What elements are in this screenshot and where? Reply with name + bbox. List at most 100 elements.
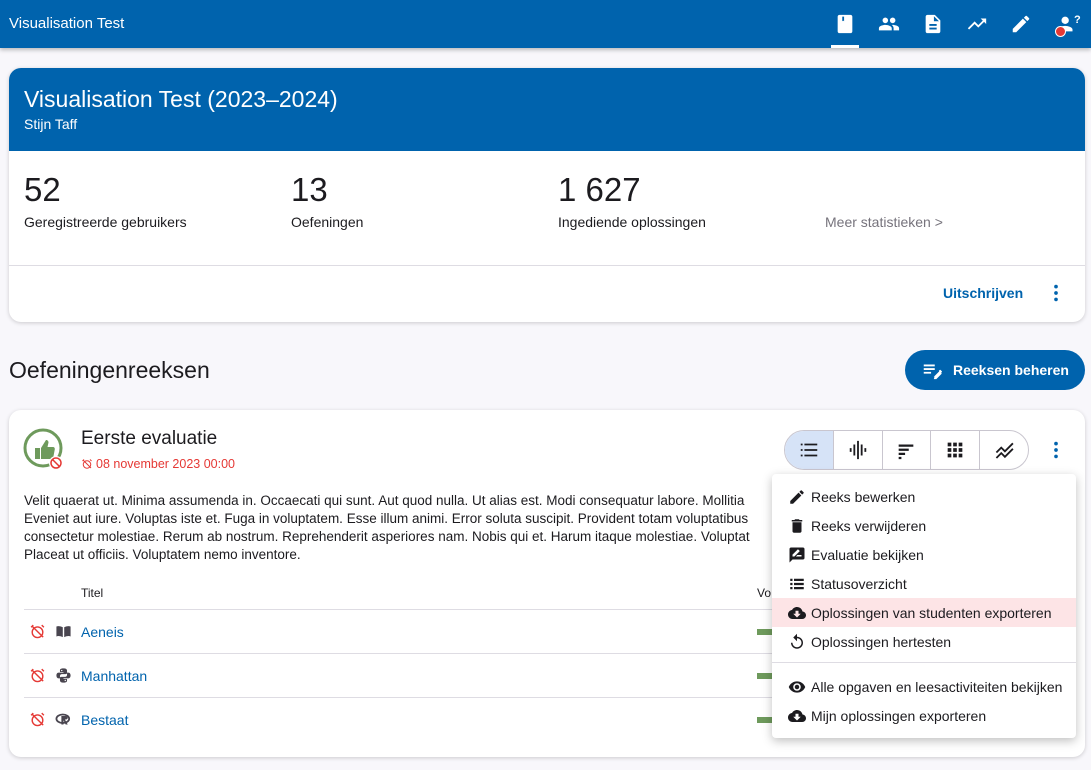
list-icon [800,443,818,457]
menu-item-label: Alle opgaven en leesactiviteiten bekijke… [811,678,1063,695]
unsubscribe-button[interactable]: Uitschrijven [943,285,1023,301]
manage-series-label: Reeksen beheren [953,362,1069,378]
grid-icon [947,442,963,458]
divider [9,265,1085,266]
more-vert-icon [1054,441,1058,459]
alarm-off-icon [30,712,45,727]
view-list-toggle[interactable] [785,431,834,469]
menu-item-export-student-solutions[interactable]: Oplossingen van studenten exporteren [772,598,1076,627]
alarm-off-icon [30,624,45,639]
evaluation-thumbs-up-icon [23,428,63,470]
view-toggle-group [784,430,1029,470]
menu-item-label: Evaluatie bekijken [811,546,924,563]
section-title: Oefeningenreeksen [9,357,210,383]
menu-item-label: Oplossingen van studenten exporteren [811,604,1052,621]
cloud-download-icon [788,709,806,722]
view-timeseries-toggle[interactable] [980,431,1028,469]
table-header-progress: Vo [757,586,772,600]
table-header-title: Titel [81,586,104,600]
nav-user-button[interactable]: ? [1043,0,1091,48]
app-title[interactable]: Visualisation Test [9,15,124,32]
menu-item-label: Reeks verwijderen [811,517,927,534]
series-description: Velit quaerat ut. Minima assumenda in. O… [24,493,750,562]
exercise-link[interactable]: Aeneis [81,624,124,640]
course-stats: 52 Geregistreerde gebruikers 13 Oefening… [9,151,1085,265]
stat-label: Ingediende oplossingen [558,214,706,230]
series-title[interactable]: Eerste evaluatie [81,428,217,450]
chart-lines-icon [995,442,1014,459]
sort-bars-icon [899,444,914,460]
nav-documents-button[interactable] [911,0,955,48]
course-title: Visualisation Test (2023–2024) [24,86,338,112]
stat-submissions: 1 627 Ingediende oplossingen [558,171,706,230]
document-icon [925,14,941,34]
book-open-icon [56,626,71,638]
menu-item-label: Mijn oplossingen exporteren [811,707,987,724]
trending-up-icon [967,18,987,30]
more-vert-icon [1054,284,1058,302]
book-icon [837,14,853,34]
evaluation-icon [789,547,805,562]
view-violin-toggle[interactable] [834,431,883,469]
menu-item-view-all-activities[interactable]: Alle opgaven en leesactiviteiten bekijke… [772,672,1076,701]
row-icons [29,711,81,728]
menu-item-edit-series[interactable]: Reeks bewerken [772,482,1076,511]
stat-value: 52 [24,171,61,208]
stat-value: 13 [291,171,328,208]
alarm-off-icon [82,459,92,469]
series-more-button[interactable] [1044,438,1068,462]
view-stacked-toggle[interactable] [883,431,932,469]
stat-exercises: 13 Oefeningen [291,171,363,230]
pencil-icon [1012,15,1030,33]
eye-icon [788,680,806,693]
course-more-button[interactable] [1044,281,1068,305]
course-teacher: Stijn Taff [24,116,78,132]
nav-edit-button[interactable] [999,0,1043,48]
exercise-link[interactable]: Bestaat [81,712,128,728]
pencil-icon [790,489,804,504]
cloud-download-icon [788,606,806,619]
table-row[interactable]: Aeneis [24,609,784,653]
course-header: Visualisation Test (2023–2024) Stijn Taf… [9,68,1085,151]
edit-list-icon [923,364,943,380]
menu-item-delete-series[interactable]: Reeks verwijderen [772,511,1076,540]
menu-item-label: Oplossingen hertesten [811,633,952,650]
alarm-off-icon [30,668,45,683]
manage-series-button[interactable]: Reeksen beheren [905,350,1085,390]
row-icons [29,623,81,640]
list-icon [790,578,804,589]
exercise-link[interactable]: Manhattan [81,668,147,684]
table-row[interactable]: Manhattan [24,653,784,697]
people-icon [878,17,900,31]
notification-dot [1055,26,1066,37]
menu-item-label: Reeks bewerken [811,488,916,505]
series-actions-menu: Reeks bewerken Reeks verwijderen Evaluat… [772,474,1076,738]
more-statistics-link[interactable]: Meer statistieken > [825,214,943,230]
view-heatmap-toggle[interactable] [931,431,981,469]
refresh-icon [791,633,803,649]
trash-icon [791,518,803,533]
audio-wave-icon [849,440,866,460]
row-icons [29,667,81,684]
menu-item-retest-solutions[interactable]: Oplossingen hertesten [772,627,1076,656]
python-icon [56,668,71,683]
menu-item-status-overview[interactable]: Statusoverzicht [772,569,1076,598]
menu-item-export-my-solutions[interactable]: Mijn oplossingen exporteren [772,701,1076,730]
r-language-icon [55,713,71,725]
series-deadline-text: 08 november 2023 00:00 [96,457,235,471]
stat-label: Oefeningen [291,214,364,230]
series-deadline: 08 november 2023 00:00 [81,457,235,471]
table-row[interactable]: Bestaat [24,697,784,741]
menu-item-label: Statusoverzicht [811,575,907,592]
course-card: Visualisation Test (2023–2024) Stijn Taf… [9,68,1085,322]
nav-course-button[interactable] [823,0,867,48]
nav-users-button[interactable] [867,0,911,48]
menu-item-view-evaluation[interactable]: Evaluatie bekijken [772,540,1076,569]
nav-statistics-button[interactable] [955,0,999,48]
stat-label: Geregistreerde gebruikers [24,214,187,230]
stat-value: 1 627 [558,171,641,208]
menu-divider [772,662,1076,663]
stat-users: 52 Geregistreerde gebruikers [24,171,187,230]
nav-icons: ? [823,0,1091,48]
top-app-bar: Visualisation Test ? [0,0,1091,48]
